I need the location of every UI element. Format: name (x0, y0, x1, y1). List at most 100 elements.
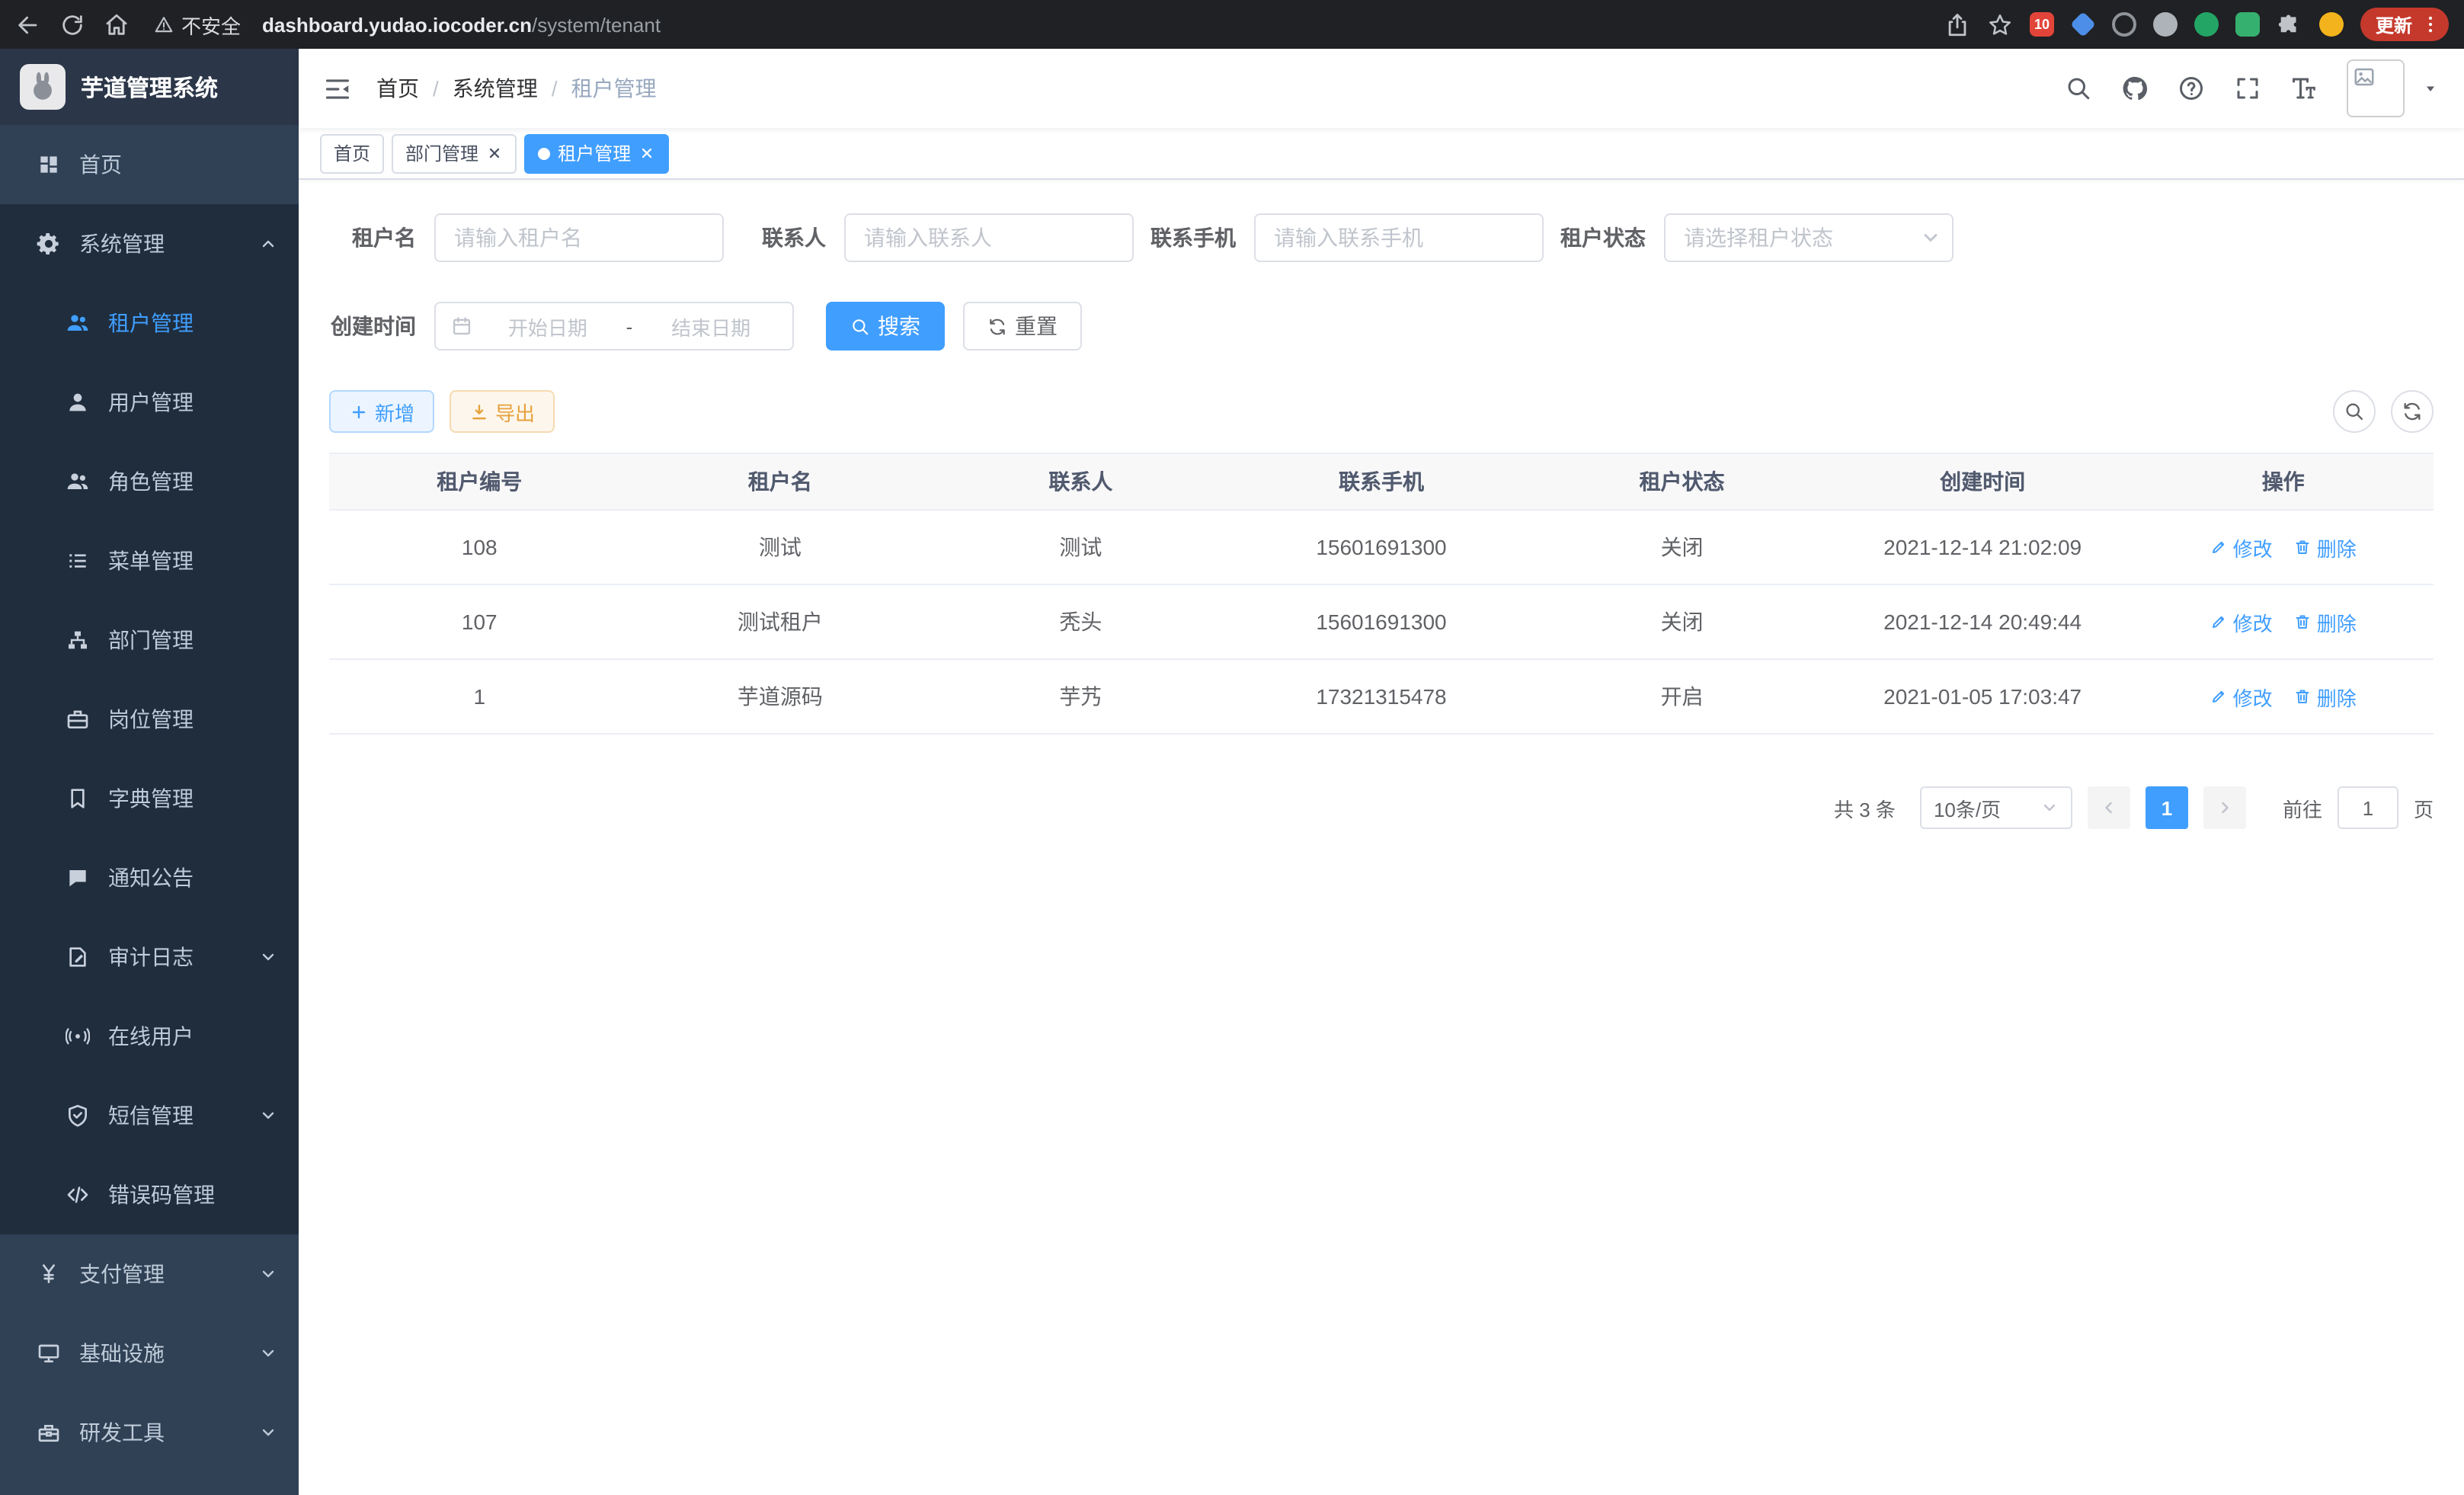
back-button[interactable] (15, 11, 41, 37)
extension-icon-gray[interactable] (2153, 12, 2178, 37)
breadcrumb-separator: / (433, 76, 439, 101)
sidebar-item-online-user[interactable]: 在线用户 (0, 997, 299, 1076)
sidebar-item-sms[interactable]: 短信管理 (0, 1076, 299, 1155)
font-size-icon[interactable] (2290, 75, 2318, 102)
logo-title: 芋道管理系统 (81, 71, 218, 103)
extensions-puzzle-icon[interactable] (2277, 11, 2302, 37)
sidebar-item-tenant[interactable]: 租户管理 (0, 283, 299, 363)
date-separator: - (623, 315, 636, 338)
search-icon[interactable] (2065, 75, 2092, 102)
edit-link[interactable]: 修改 (2210, 682, 2273, 711)
sidebar-item-audit-log[interactable]: 审计日志 (0, 917, 299, 997)
cell-tenant-name: 芋道源码 (630, 681, 931, 712)
close-icon[interactable] (638, 145, 655, 162)
sidebar-item-post[interactable]: 岗位管理 (0, 680, 299, 759)
sidebar-item-user[interactable]: 用户管理 (0, 363, 299, 442)
cell-tenant-name: 测试租户 (630, 607, 931, 637)
edit-link[interactable]: 修改 (2210, 607, 2273, 636)
page-size-select[interactable]: 10条/页 (1920, 786, 2072, 829)
address-bar[interactable]: dashboard.yudao.iocoder.cn/system/tenant (262, 13, 1926, 36)
tab-tenant[interactable]: 租户管理 (524, 133, 669, 173)
security-chip[interactable]: 不安全 (154, 10, 241, 39)
main-content: 租户名 联系人 联系手机 租户状态 创建时间 (299, 180, 2464, 1495)
extension-icon-green-square[interactable] (2235, 12, 2260, 37)
sidebar-item-error-code[interactable]: 错误码管理 (0, 1155, 299, 1234)
profile-avatar-icon[interactable] (2319, 12, 2344, 37)
tenant-status-input[interactable] (1664, 213, 1954, 262)
avatar[interactable] (2347, 59, 2405, 117)
shield-icon (66, 1103, 90, 1128)
pencil-icon (2210, 687, 2229, 706)
sidebar-item-devtools[interactable]: 研发工具 (0, 1393, 299, 1472)
phone-input[interactable] (1254, 213, 1544, 262)
search-button-label: 搜索 (878, 311, 920, 341)
sidebar-item-dict[interactable]: 字典管理 (0, 759, 299, 838)
sidebar-item-role[interactable]: 角色管理 (0, 442, 299, 521)
create-time-range-picker[interactable]: 开始日期 - 结束日期 (434, 302, 794, 351)
edit-link[interactable]: 修改 (2210, 533, 2273, 562)
help-question-icon[interactable] (2178, 75, 2205, 102)
reset-button[interactable]: 重置 (963, 302, 1082, 351)
delete-link[interactable]: 删除 (2294, 682, 2357, 711)
yen-icon (37, 1262, 61, 1286)
fullscreen-icon[interactable] (2234, 75, 2261, 102)
add-button[interactable]: 新增 (329, 390, 434, 433)
toggle-search-button[interactable] (2333, 390, 2376, 433)
cell-contact: 芋艿 (930, 681, 1231, 712)
extension-icon-green[interactable] (2194, 12, 2219, 37)
sidebar-item-payment[interactable]: 支付管理 (0, 1234, 299, 1314)
cell-actions: 修改 删除 (2133, 607, 2434, 636)
sidebar-item-dept[interactable]: 部门管理 (0, 600, 299, 680)
update-button[interactable]: 更新 (2360, 8, 2449, 41)
extension-badge[interactable]: 10 (2030, 12, 2054, 37)
search-button[interactable]: 搜索 (826, 302, 945, 351)
tab-home[interactable]: 首页 (320, 133, 384, 173)
contact-input[interactable] (844, 213, 1134, 262)
bookmark-star-icon[interactable] (1987, 11, 2013, 37)
sidebar-item-notice[interactable]: 通知公告 (0, 838, 299, 917)
tab-dept[interactable]: 部门管理 (392, 133, 517, 173)
breadcrumb-system[interactable]: 系统管理 (453, 73, 538, 104)
tenant-name-input[interactable] (434, 213, 724, 262)
home-button[interactable] (104, 11, 130, 37)
gear-icon (37, 232, 61, 256)
tab-label: 租户管理 (558, 140, 631, 166)
breadcrumb-home[interactable]: 首页 (376, 73, 419, 104)
screen: 不安全 dashboard.yudao.iocoder.cn/system/te… (0, 0, 2464, 1495)
code-icon (66, 1183, 90, 1207)
sidebar-item-menu[interactable]: 菜单管理 (0, 521, 299, 600)
sidebar-item-home[interactable]: 首页 (0, 125, 299, 204)
cell-contact: 秃头 (930, 607, 1231, 637)
close-icon[interactable] (486, 145, 503, 162)
table-row: 1 芋道源码 芋艿 17321315478 开启 2021-01-05 17:0… (329, 660, 2434, 735)
next-page-button[interactable] (2203, 786, 2246, 829)
refresh-button[interactable] (2391, 390, 2434, 433)
tree-icon (66, 628, 90, 652)
export-button[interactable]: 导出 (450, 390, 555, 433)
logo[interactable]: 芋道管理系统 (0, 49, 299, 125)
user-icon (66, 390, 90, 415)
sidebar-item-system[interactable]: 系统管理 (0, 204, 299, 283)
date-start-placeholder[interactable]: 开始日期 (482, 312, 614, 341)
delete-link[interactable]: 删除 (2294, 607, 2357, 636)
reload-button[interactable] (59, 11, 85, 37)
menu-dots-icon[interactable] (2420, 14, 2441, 35)
github-icon[interactable] (2121, 75, 2149, 102)
extension-icon-blue[interactable] (2070, 11, 2096, 37)
prev-page-button[interactable] (2088, 786, 2130, 829)
page-1-button[interactable]: 1 (2146, 786, 2188, 829)
edit-label: 修改 (2233, 607, 2273, 636)
extension-icon-dark[interactable] (2112, 12, 2136, 37)
tenant-status-select[interactable] (1664, 213, 1954, 262)
date-end-placeholder[interactable]: 结束日期 (645, 312, 777, 341)
chevron-left-icon (2100, 799, 2118, 817)
toolbar-right (2333, 390, 2434, 433)
delete-link[interactable]: 删除 (2294, 533, 2357, 562)
cell-status: 开启 (1531, 681, 1832, 712)
menu-fold-icon[interactable] (323, 74, 352, 103)
goto-page-input[interactable] (2338, 786, 2398, 829)
share-icon[interactable] (1944, 11, 1970, 37)
sidebar-item-infra[interactable]: 基础设施 (0, 1314, 299, 1393)
tenant-table: 租户编号 租户名 联系人 联系手机 租户状态 创建时间 操作 108 测试 测试… (329, 453, 2434, 735)
caret-down-icon[interactable] (2421, 79, 2440, 98)
